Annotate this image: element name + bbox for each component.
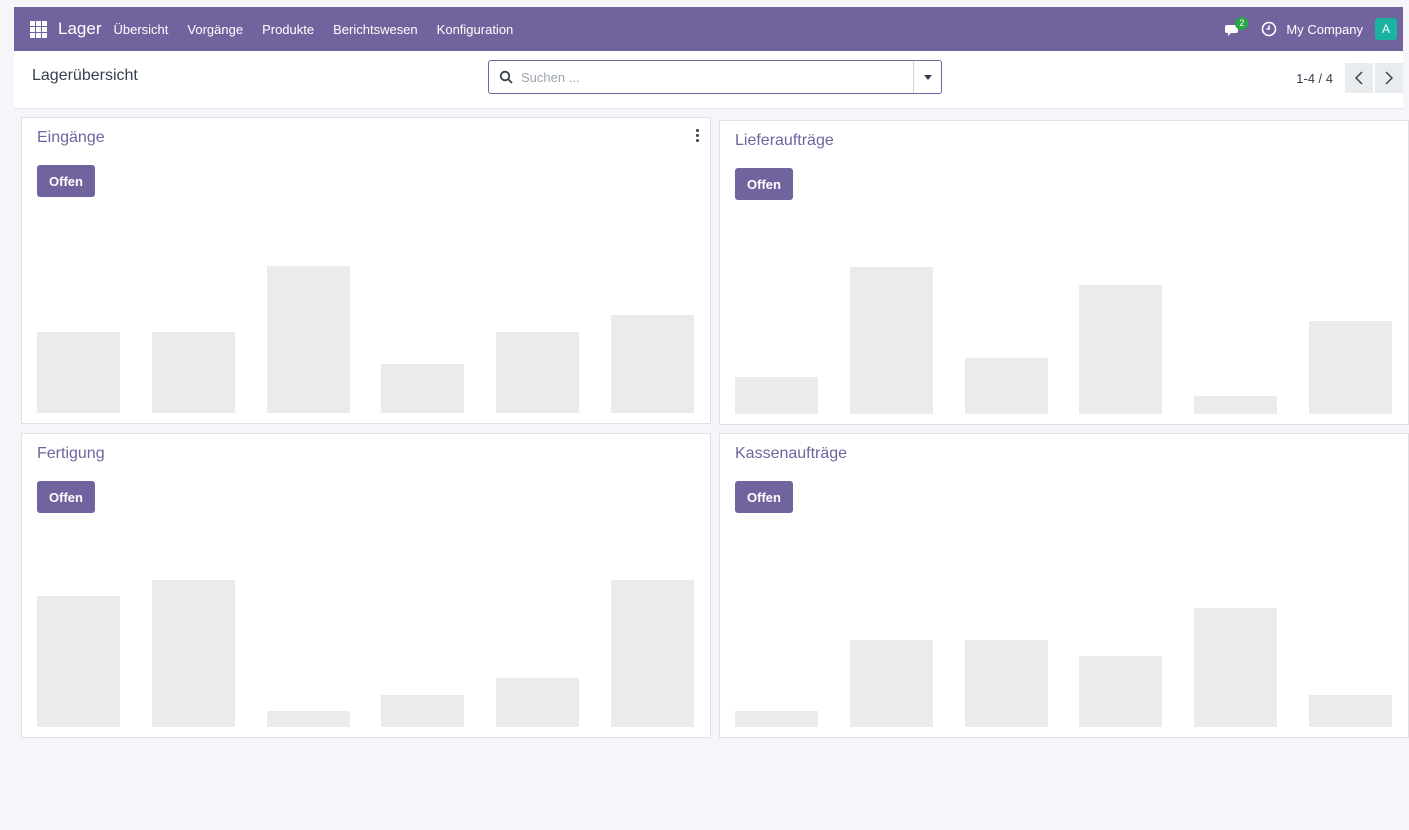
page-title: Lagerübersicht <box>32 67 138 84</box>
card-graph <box>735 577 1393 727</box>
open-button[interactable]: Offen <box>37 165 95 197</box>
operation-card-fertigung[interactable]: Fertigung Offen <box>21 433 711 738</box>
operation-card-lieferauftraege[interactable]: Lieferaufträge Offen <box>719 120 1409 425</box>
graph-bar <box>37 596 120 727</box>
company-switcher[interactable]: My Company <box>1286 22 1363 37</box>
search-bar <box>488 60 942 94</box>
menu-item-produkte[interactable]: Produkte <box>262 22 314 37</box>
graph-bar <box>496 332 579 413</box>
menu-item-uebersicht[interactable]: Übersicht <box>113 22 168 37</box>
control-panel: Lagerübersicht 1-4 / 4 <box>14 51 1403 109</box>
kebab-menu-icon[interactable] <box>696 129 699 142</box>
avatar[interactable]: A <box>1375 18 1397 40</box>
caret-down-icon <box>923 74 932 80</box>
card-graph <box>37 577 695 727</box>
graph-bar <box>850 640 933 727</box>
pager-previous-button[interactable] <box>1345 63 1373 93</box>
messages-icon[interactable]: 2 <box>1225 17 1249 38</box>
graph-bar <box>381 695 464 727</box>
clock-icon[interactable] <box>1261 21 1277 37</box>
graph-bar <box>611 315 694 413</box>
search-options-toggle[interactable] <box>913 61 941 93</box>
graph-bar <box>1194 396 1277 414</box>
graph-bar <box>850 267 933 414</box>
card-title[interactable]: Lieferaufträge <box>735 132 834 150</box>
menu-item-vorgaenge[interactable]: Vorgänge <box>187 22 243 37</box>
graph-bar <box>1079 285 1162 414</box>
graph-bar <box>381 364 464 413</box>
graph-bar <box>152 580 235 727</box>
graph-bar <box>965 640 1048 727</box>
graph-bar <box>735 377 818 414</box>
open-button[interactable]: Offen <box>735 481 793 513</box>
graph-bar <box>1309 695 1392 727</box>
messages-badge: 2 <box>1235 17 1249 30</box>
graph-bar <box>1079 656 1162 727</box>
pager: 1-4 / 4 <box>1296 63 1403 93</box>
operation-card-eingaenge[interactable]: Eingänge Offen <box>21 117 711 424</box>
chevron-right-icon <box>1385 71 1393 85</box>
graph-bar <box>1194 608 1277 727</box>
card-graph <box>37 263 695 413</box>
card-title[interactable]: Kassenaufträge <box>735 445 847 463</box>
graph-bar <box>965 358 1048 414</box>
graph-bar <box>496 678 579 727</box>
pager-next-button[interactable] <box>1375 63 1403 93</box>
menu-item-berichtswesen[interactable]: Berichtswesen <box>333 22 418 37</box>
graph-bar <box>267 266 350 413</box>
graph-bar <box>267 711 350 727</box>
menu-item-konfiguration[interactable]: Konfiguration <box>437 22 514 37</box>
graph-bar <box>611 580 694 727</box>
apps-grid-icon[interactable] <box>30 20 47 38</box>
card-graph <box>735 264 1393 414</box>
search-input[interactable] <box>521 69 913 85</box>
open-button[interactable]: Offen <box>37 481 95 513</box>
operation-card-kassenauftraege[interactable]: Kassenaufträge Offen <box>719 433 1409 738</box>
graph-bar <box>152 332 235 413</box>
open-button[interactable]: Offen <box>735 168 793 200</box>
graph-bar <box>1309 321 1392 414</box>
top-navbar: Lager Übersicht Vorgänge Produkte Berich… <box>14 7 1403 51</box>
pager-value[interactable]: 1-4 / 4 <box>1296 71 1333 86</box>
chevron-left-icon <box>1355 71 1363 85</box>
search-icon <box>499 70 513 84</box>
graph-bar <box>37 332 120 413</box>
card-title[interactable]: Fertigung <box>37 445 105 463</box>
card-title[interactable]: Eingänge <box>37 129 105 147</box>
app-name[interactable]: Lager <box>58 19 101 39</box>
graph-bar <box>735 711 818 727</box>
